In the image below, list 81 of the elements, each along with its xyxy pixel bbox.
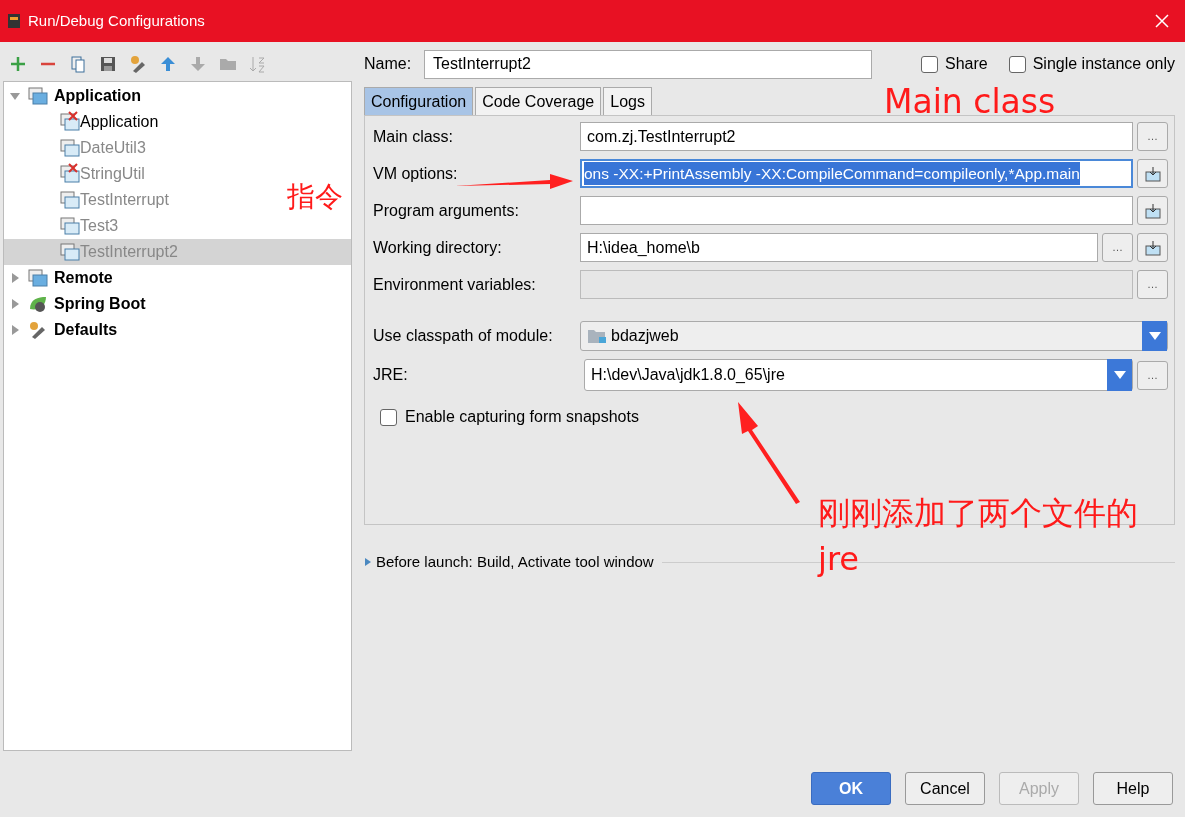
field-label: Environment variables: [373, 275, 536, 293]
annotation-text: 刚刚添加了两个文件的jre [818, 493, 1139, 580]
tree-item-row[interactable]: Test3 [4, 213, 119, 239]
wrench-icon [28, 321, 48, 339]
wrench-icon[interactable] [129, 55, 147, 73]
insert-icon [1144, 202, 1161, 219]
tree-item-label: StringUtil [80, 164, 145, 184]
window-icon [60, 165, 80, 183]
folder-icon [587, 328, 607, 344]
expand-field-button[interactable] [1137, 233, 1168, 262]
copy-icon[interactable] [69, 55, 87, 73]
field-label: Working directory: [373, 238, 502, 256]
up-arrow-icon[interactable] [159, 55, 177, 73]
tree-item-row[interactable]: Application [4, 109, 159, 135]
close-icon [1155, 14, 1169, 28]
window-icon [60, 217, 80, 235]
tree-item-label: DateUtil3 [80, 138, 146, 158]
tree-item-label: TestInterrupt [80, 190, 169, 210]
expand-field-button[interactable] [1137, 196, 1168, 225]
checkbox-label: Share [945, 54, 988, 74]
checkbox-label: Enable capturing form snapshots [405, 407, 639, 427]
window-icon [60, 191, 80, 209]
module-dropdown[interactable]: bdazjweb [580, 321, 1168, 351]
sort-icon[interactable] [249, 55, 267, 73]
window-icon [60, 113, 80, 131]
name-label: Name: [364, 54, 413, 74]
insert-icon [1144, 165, 1161, 182]
tree-item[interactable]: Defaults [54, 318, 118, 342]
tree-item-row[interactable]: StringUtil [4, 161, 145, 187]
tree-item-label: Application [80, 112, 159, 132]
tree-item-row[interactable]: DateUtil3 [4, 135, 146, 161]
window-title: Run/Debug Configurations [28, 10, 205, 31]
tree-item-row[interactable]: TestInterrupt [4, 187, 169, 213]
text-field[interactable] [580, 196, 1133, 225]
annotation-text: Main class [884, 84, 1056, 120]
tree-item[interactable]: Spring Boot [54, 292, 146, 316]
annotation-text: 指令 [287, 179, 343, 215]
checkbox[interactable] [921, 55, 938, 73]
browse-button[interactable]: … [1137, 122, 1168, 151]
jre-dropdown[interactable]: H:\dev\Java\jdk1.8.0_65\jre [584, 359, 1133, 391]
app-icon [8, 14, 20, 28]
window-icon [60, 243, 80, 261]
checkbox[interactable] [1008, 55, 1026, 73]
window-icon [60, 139, 80, 157]
expand-field-button[interactable] [1137, 159, 1168, 188]
field-label: Program arguments: [373, 201, 519, 219]
insert-icon [1144, 239, 1161, 256]
section-label[interactable]: Before launch: Build, Activate tool window [376, 551, 654, 574]
field-label: Use classpath of module: [373, 326, 554, 346]
browse-button[interactable]: … [1102, 233, 1133, 262]
name-field[interactable]: TestInterrupt2 [424, 49, 872, 79]
dropdown-value: bdazjweb [611, 326, 680, 346]
browse-button[interactable]: … [1137, 360, 1168, 390]
field-label: Main class: [373, 127, 454, 145]
leaf-icon [28, 295, 48, 313]
tab[interactable]: Logs [603, 87, 652, 115]
tree-item[interactable]: Application [54, 84, 142, 108]
checkbox-label: Single instance only [1032, 54, 1175, 74]
browse-button[interactable]: … [1137, 270, 1168, 299]
tab[interactable]: Code Coverage [475, 87, 602, 115]
window-icon [28, 87, 48, 105]
add-icon[interactable] [9, 55, 27, 73]
save-icon[interactable] [99, 55, 117, 73]
text-field[interactable]: ons -XX:+PrintAssembly -XX:CompileCommand=compileonly,*App.main [580, 159, 1133, 188]
dialog-button[interactable]: OK [811, 772, 891, 805]
selected-text: ons -XX:+PrintAssembly -XX:CompileCommand=compileonly,*App.main [584, 161, 1080, 186]
down-arrow-icon[interactable] [189, 55, 207, 73]
tree-item[interactable]: Remote [54, 266, 113, 290]
text-field[interactable]: com.zj.TestInterrupt2 [580, 122, 1133, 151]
checkbox[interactable] [380, 408, 397, 426]
field-label: JRE: [373, 365, 409, 385]
window-icon [28, 269, 48, 287]
dialog-button[interactable]: Help [1093, 772, 1173, 805]
expand-arrow-icon[interactable] [364, 557, 372, 568]
text-field[interactable]: H:\idea_home\b [580, 233, 1098, 262]
dialog-button[interactable]: Cancel [905, 772, 985, 805]
tab[interactable]: Configuration [364, 87, 474, 115]
tree-item-label: Test3 [80, 216, 119, 236]
tree-item-label: TestInterrupt2 [80, 242, 178, 262]
field-label: VM options: [373, 164, 458, 182]
dropdown-value: H:\dev\Java\jdk1.8.0_65\jre [591, 365, 786, 385]
